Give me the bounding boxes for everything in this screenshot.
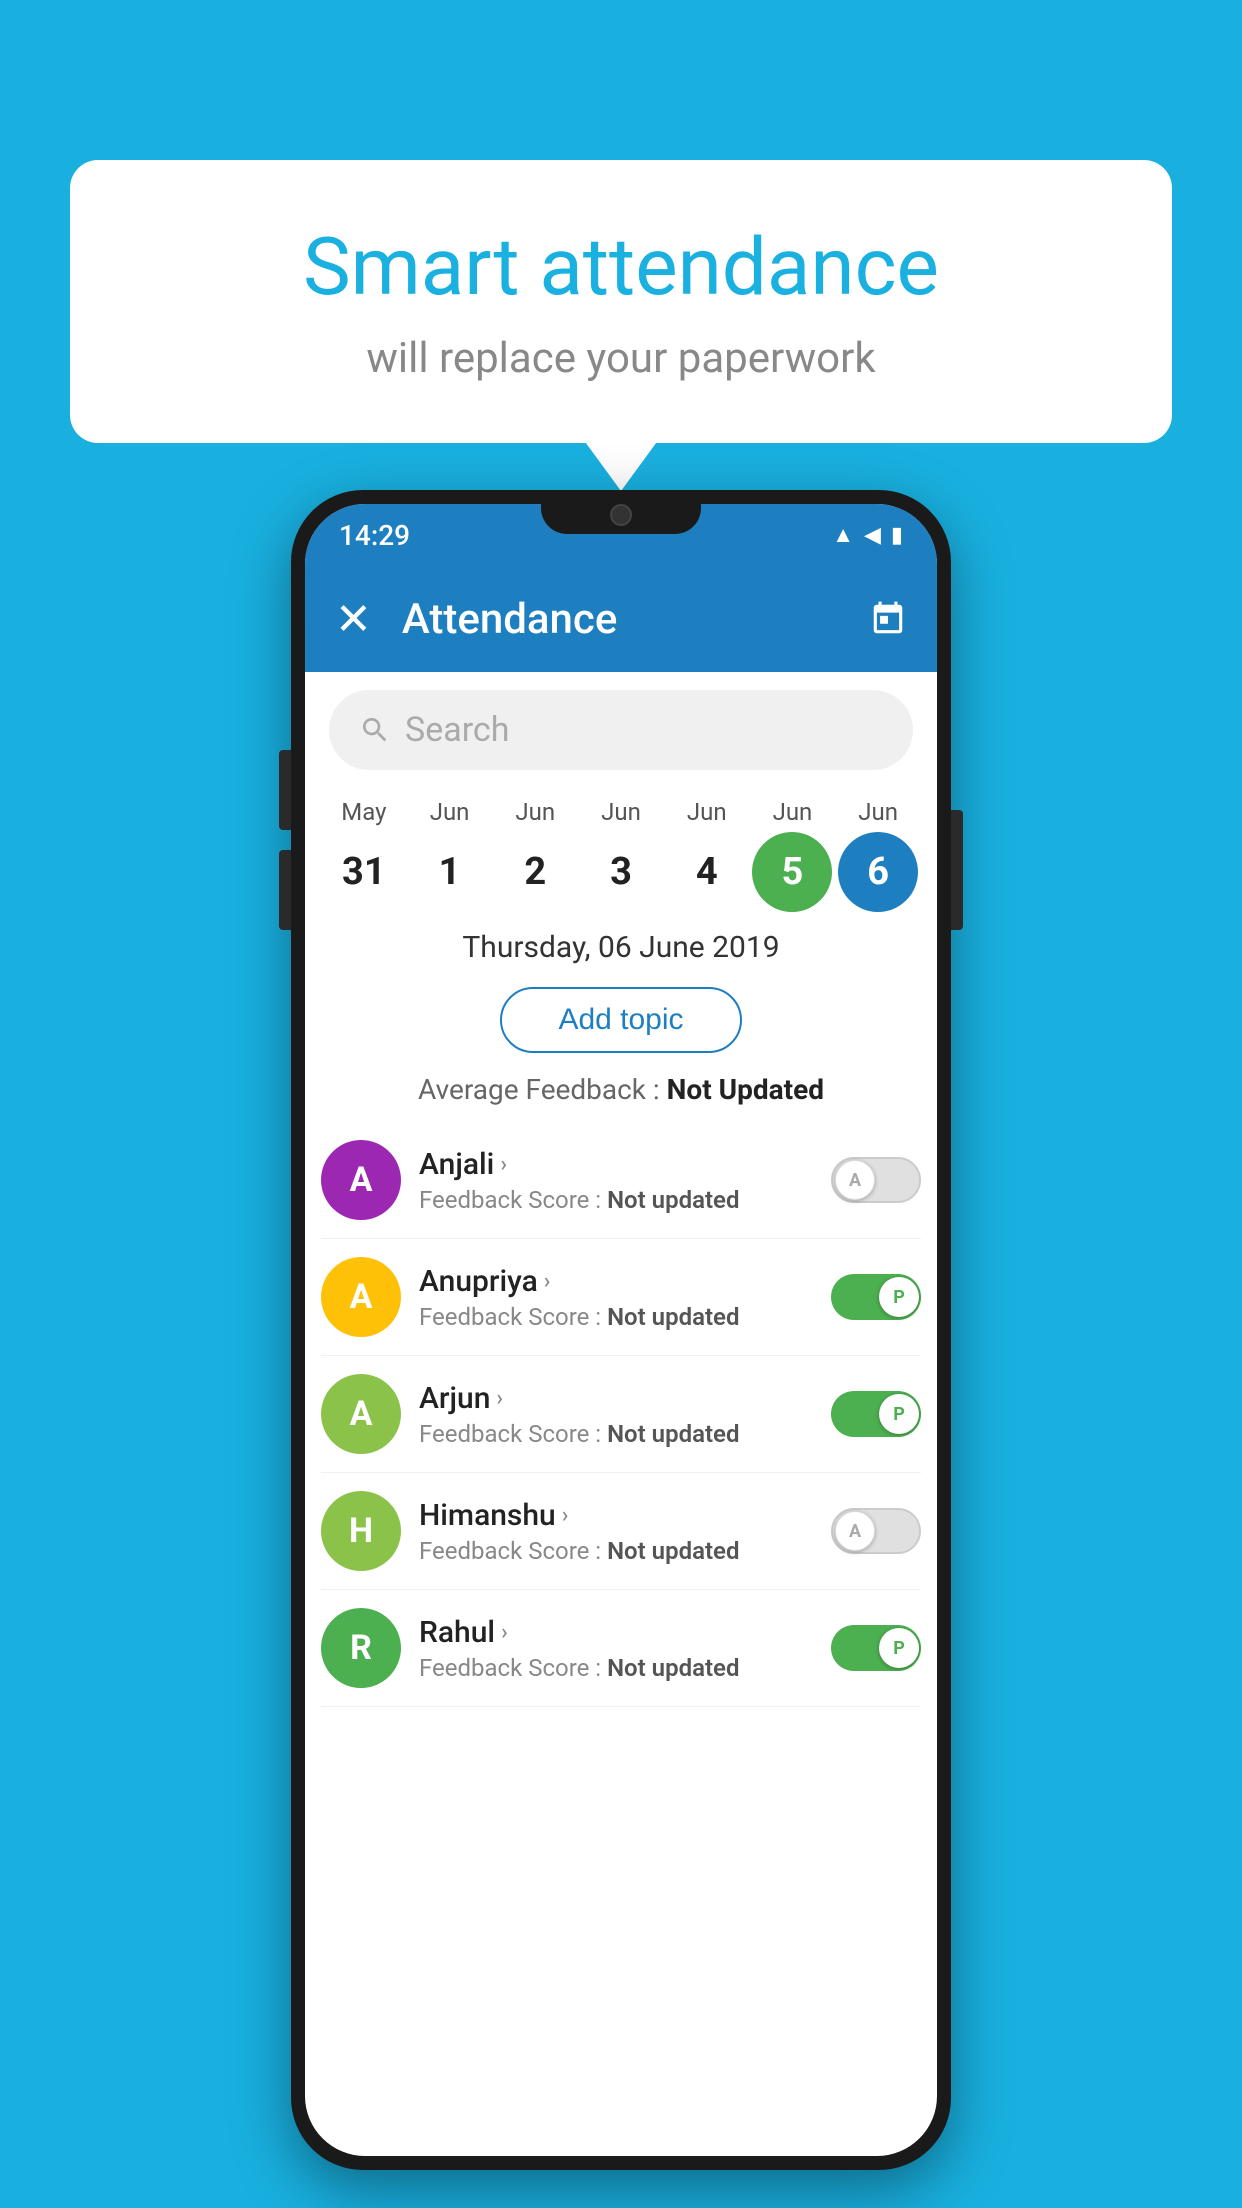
search-bar[interactable]: Search [329, 690, 913, 770]
cal-month-label: Jun [664, 798, 750, 826]
student-info: Anupriya › Feedback Score : Not updated [419, 1264, 813, 1331]
calendar-day[interactable]: Jun 3 [578, 798, 664, 912]
student-item[interactable]: A Arjun › Feedback Score : Not updated P [321, 1356, 921, 1473]
cal-date-label[interactable]: 6 [838, 832, 918, 912]
chevron-icon: › [544, 1269, 551, 1294]
search-placeholder: Search [405, 710, 509, 750]
avg-feedback-value: Not Updated [667, 1073, 824, 1106]
attendance-toggle[interactable]: P [831, 1391, 921, 1437]
student-name: Anjali › [419, 1147, 813, 1182]
student-name: Anupriya › [419, 1264, 813, 1299]
cal-date-label[interactable]: 5 [752, 832, 832, 912]
avg-feedback-label: Average Feedback : [418, 1073, 660, 1106]
cal-date-label[interactable]: 3 [581, 832, 661, 912]
student-avatar: A [321, 1257, 401, 1337]
search-icon [359, 714, 391, 746]
student-list: AAnjali ›Feedback Score : Not updatedAAA… [305, 1122, 937, 1707]
student-avatar: A [321, 1140, 401, 1220]
add-topic-button[interactable]: Add topic [500, 987, 741, 1053]
calendar-day[interactable]: Jun 2 [492, 798, 578, 912]
cal-month-label: Jun [407, 798, 493, 826]
speech-bubble-container: Smart attendance will replace your paper… [70, 160, 1172, 443]
cal-month-label: May [321, 798, 407, 826]
cal-date-label[interactable]: 31 [324, 832, 404, 912]
cal-month-label: Jun [750, 798, 836, 826]
phone-notch [541, 490, 701, 534]
attendance-toggle[interactable]: A [831, 1157, 921, 1203]
student-avatar: R [321, 1608, 401, 1688]
student-info: Anjali › Feedback Score : Not updated [419, 1147, 813, 1214]
chevron-icon: › [500, 1152, 507, 1177]
student-item[interactable]: A Anupriya › Feedback Score : Not updated P [321, 1239, 921, 1356]
student-avatar: H [321, 1491, 401, 1571]
cal-month-label: Jun [578, 798, 664, 826]
attendance-toggle[interactable]: A [831, 1508, 921, 1554]
phone-frame: 14:29 ▲ ◀ ▮ ✕ Attendance S [291, 490, 951, 2170]
status-icons: ▲ ◀ ▮ [832, 522, 903, 548]
calendar-day[interactable]: May 31 [321, 798, 407, 912]
app-bar-title: Attendance [402, 595, 869, 644]
phone-screen: 14:29 ▲ ◀ ▮ ✕ Attendance S [305, 504, 937, 2156]
student-item[interactable]: H Himanshu › Feedback Score : Not updated A [321, 1473, 921, 1590]
toggle-knob: A [835, 1160, 875, 1200]
student-name: Arjun › [419, 1381, 813, 1416]
toggle-knob: P [879, 1277, 919, 1317]
student-feedback: Feedback Score : Not updated [419, 1186, 813, 1214]
selected-date: Thursday, 06 June 2019 [305, 912, 937, 975]
student-info: Himanshu › Feedback Score : Not updated [419, 1498, 813, 1565]
bubble-title: Smart attendance [150, 220, 1092, 314]
student-feedback: Feedback Score : Not updated [419, 1537, 813, 1565]
cal-month-label: Jun [835, 798, 921, 826]
volume-up-button [279, 750, 291, 830]
front-camera [610, 504, 632, 526]
chevron-icon: › [496, 1386, 503, 1411]
bubble-subtitle: will replace your paperwork [150, 334, 1092, 383]
volume-down-button [279, 850, 291, 930]
student-info: Arjun › Feedback Score : Not updated [419, 1381, 813, 1448]
attendance-toggle[interactable]: P [831, 1274, 921, 1320]
toggle-knob: P [879, 1394, 919, 1434]
calendar-icon[interactable] [869, 600, 907, 638]
calendar-row: May31Jun1Jun2Jun3Jun4Jun5Jun6 [305, 788, 937, 912]
chevron-icon: › [562, 1503, 569, 1528]
student-info: Rahul › Feedback Score : Not updated [419, 1615, 813, 1682]
signal-icon: ◀ [864, 523, 881, 548]
student-name: Rahul › [419, 1615, 813, 1650]
cal-date-label[interactable]: 4 [667, 832, 747, 912]
wifi-icon: ▲ [832, 522, 854, 548]
attendance-toggle[interactable]: P [831, 1625, 921, 1671]
toggle-knob: P [879, 1628, 919, 1668]
avg-feedback: Average Feedback : Not Updated [305, 1065, 937, 1122]
calendar-day[interactable]: Jun 5 [750, 798, 836, 912]
student-item[interactable]: R Rahul › Feedback Score : Not updated P [321, 1590, 921, 1707]
phone-mockup: 14:29 ▲ ◀ ▮ ✕ Attendance S [291, 490, 951, 2170]
power-button [951, 810, 963, 930]
speech-bubble: Smart attendance will replace your paper… [70, 160, 1172, 443]
calendar-day[interactable]: Jun 6 [835, 798, 921, 912]
student-avatar: A [321, 1374, 401, 1454]
student-feedback: Feedback Score : Not updated [419, 1420, 813, 1448]
student-item[interactable]: A Anjali › Feedback Score : Not updated A [321, 1122, 921, 1239]
student-name: Himanshu › [419, 1498, 813, 1533]
cal-date-label[interactable]: 1 [410, 832, 490, 912]
calendar-day[interactable]: Jun 1 [407, 798, 493, 912]
calendar-day[interactable]: Jun 4 [664, 798, 750, 912]
battery-icon: ▮ [891, 523, 903, 548]
status-time: 14:29 [339, 519, 410, 552]
student-feedback: Feedback Score : Not updated [419, 1303, 813, 1331]
app-bar: ✕ Attendance [305, 566, 937, 672]
chevron-icon: › [501, 1620, 508, 1645]
student-feedback: Feedback Score : Not updated [419, 1654, 813, 1682]
cal-month-label: Jun [492, 798, 578, 826]
cal-date-label[interactable]: 2 [495, 832, 575, 912]
close-button[interactable]: ✕ [335, 593, 372, 645]
toggle-knob: A [835, 1511, 875, 1551]
